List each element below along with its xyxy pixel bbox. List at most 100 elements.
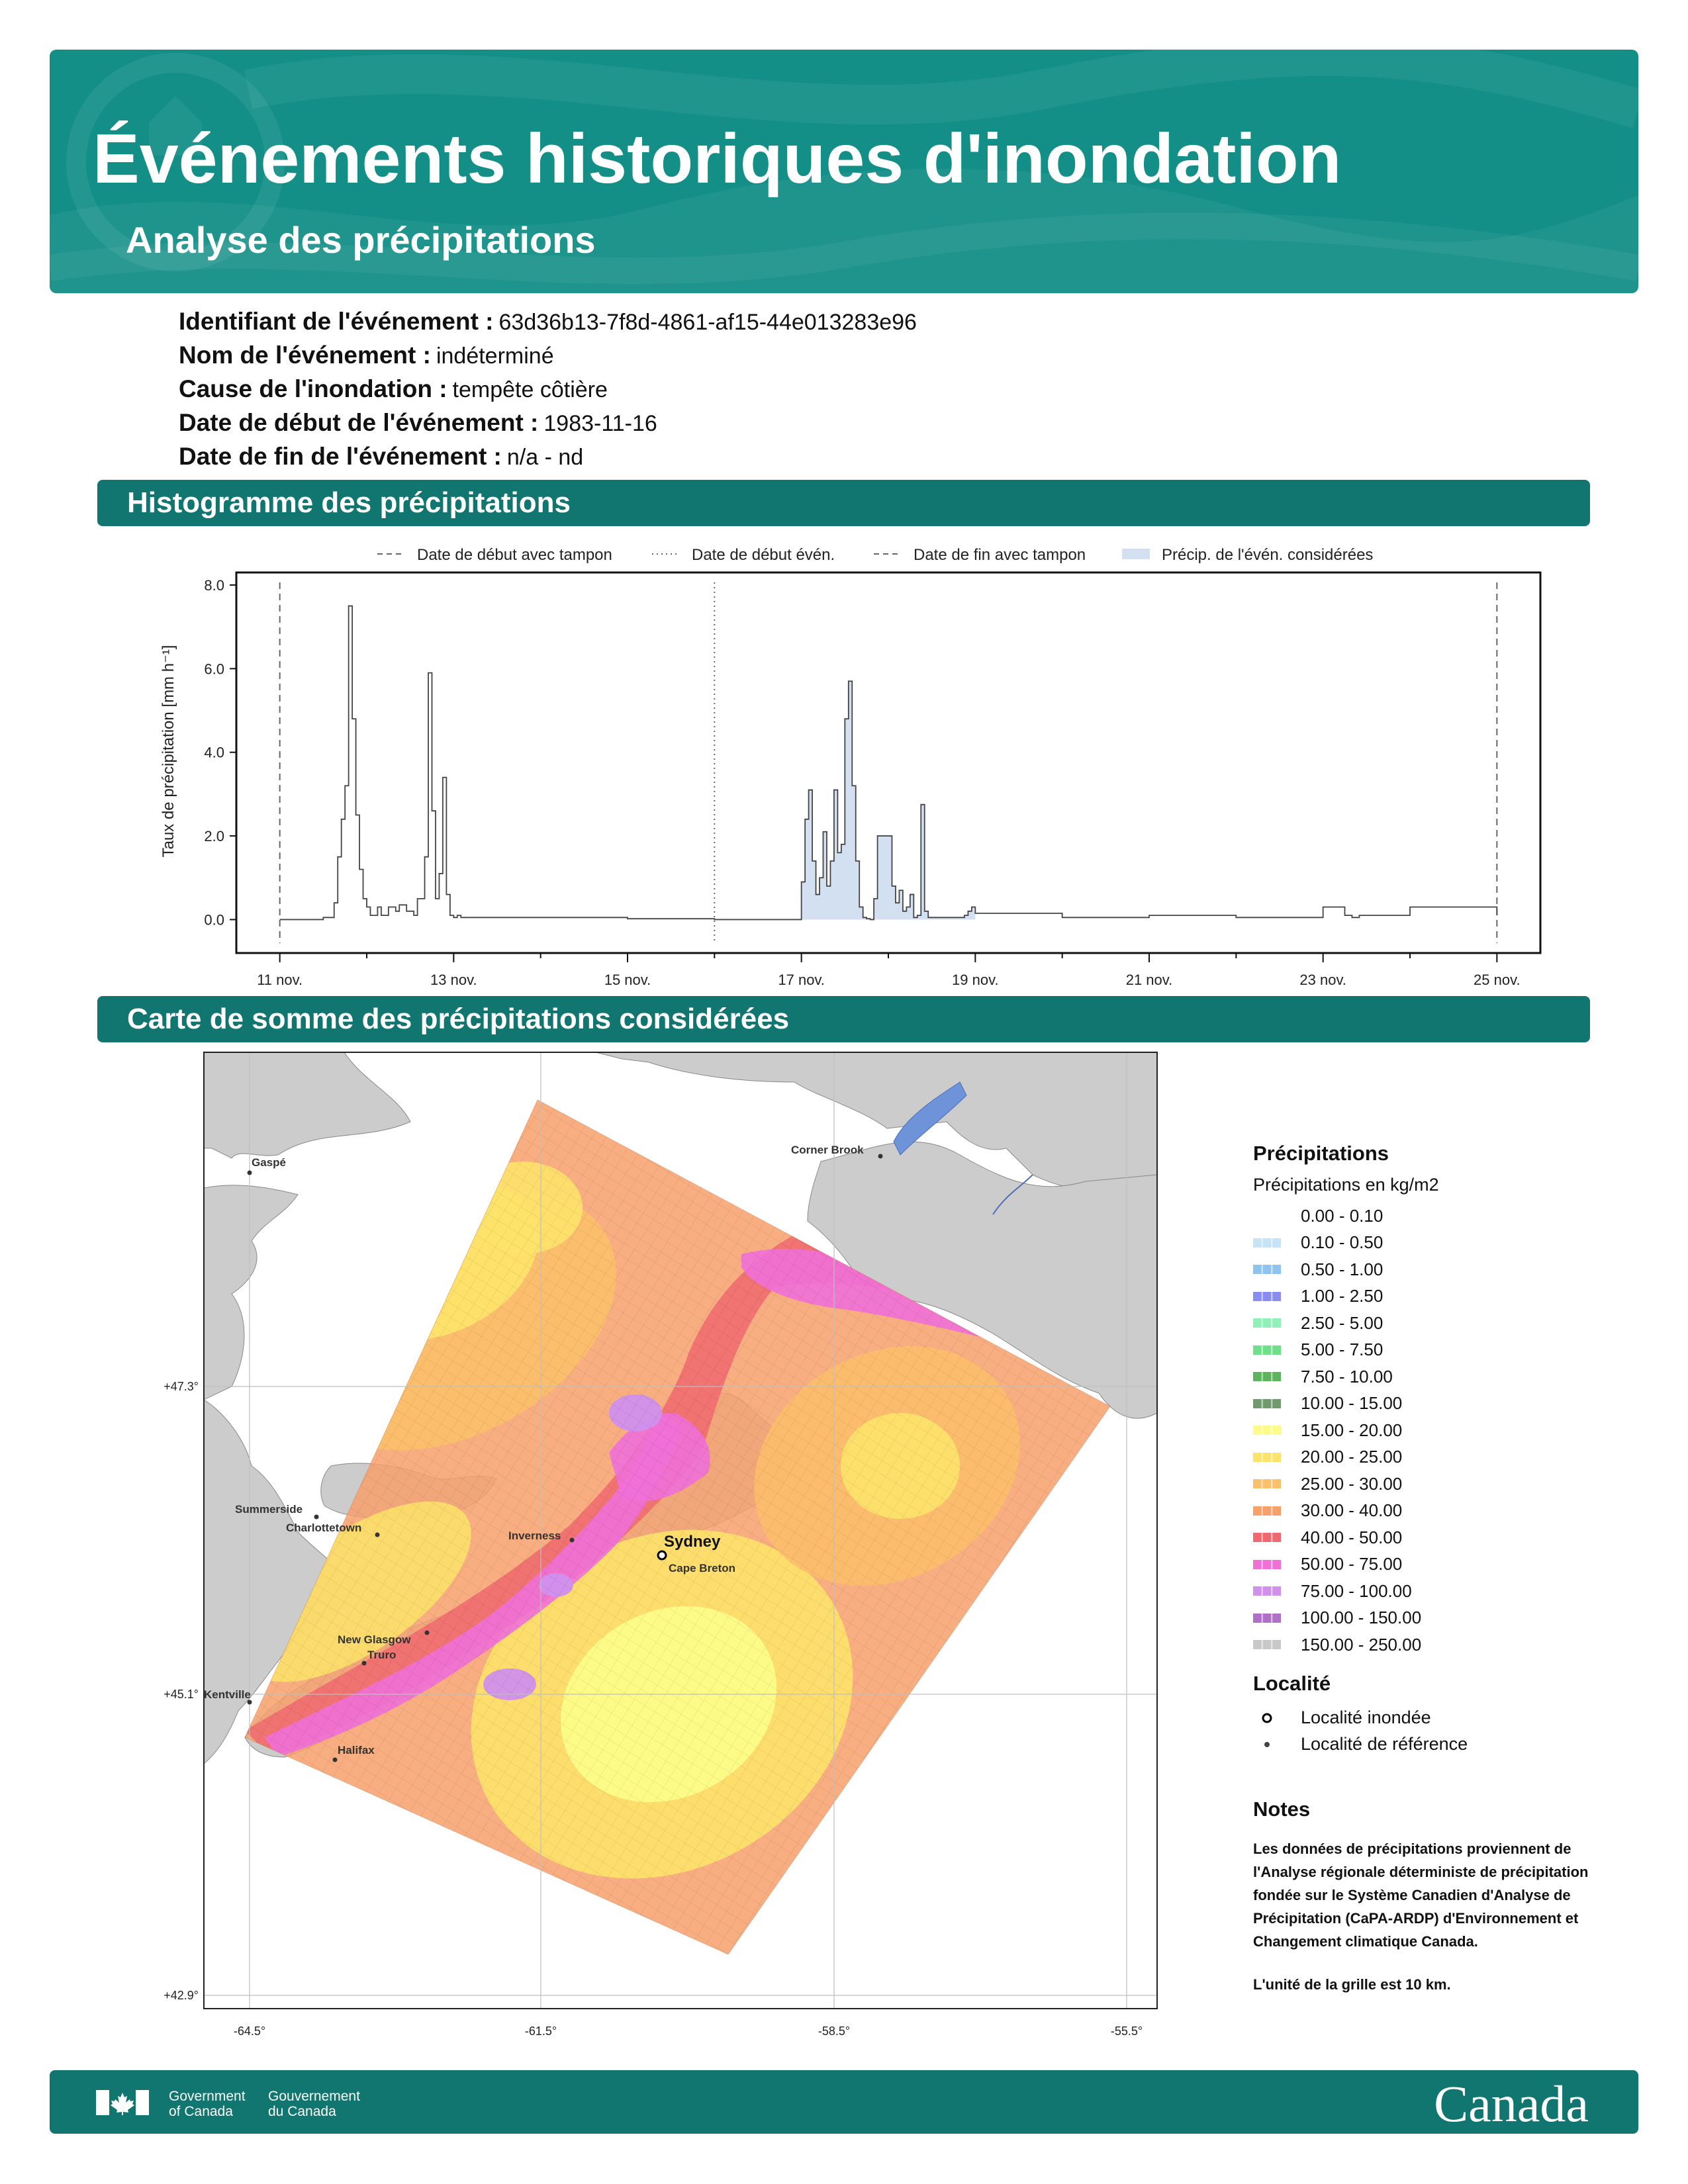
marker-summerside <box>314 1514 319 1520</box>
legend-class-label: 30.00 - 40.00 <box>1301 1500 1403 1521</box>
legend-class: 15.00 - 20.00 <box>1253 1417 1624 1444</box>
marker-inverness <box>569 1537 575 1543</box>
event-name-label: Nom de l'événement : <box>179 341 431 369</box>
legend-class-label: 50.00 - 75.00 <box>1301 1554 1403 1574</box>
notes-title: Notes <box>1253 1797 1311 1821</box>
legend-class-label: 25.00 - 30.00 <box>1301 1473 1403 1494</box>
event-start-row: Date de début de l'événement :1983-11-16 <box>179 406 1172 439</box>
x-tick-label: 19 nov. <box>952 972 999 988</box>
legend-class: 25.00 - 30.00 <box>1253 1471 1624 1498</box>
legend-swatch <box>1253 1398 1281 1408</box>
legend-class-label: 0.00 - 0.10 <box>1301 1205 1383 1226</box>
histogram-section-title: Histogramme des précipitations <box>97 480 1590 526</box>
flooded-marker-icon <box>1253 1712 1281 1724</box>
legend-class: 5.00 - 7.50 <box>1253 1337 1624 1364</box>
page-header: Événements historiques d'inondation Anal… <box>50 50 1638 293</box>
notes-text: Les données de précipitations proviennen… <box>1253 1840 1589 1950</box>
canada-wordmark: Canada <box>1434 2075 1589 2132</box>
event-id-value: 63d36b13-7f8d-4861-af15-44e013283e96 <box>498 310 917 335</box>
gov-fr-line1: Gouvernement <box>268 2089 360 2104</box>
y-tick-label: 8.0 <box>204 577 224 594</box>
event-cause-value: tempête côtière <box>452 377 608 402</box>
event-start-value: 1983-11-16 <box>543 411 657 436</box>
legend-class: 0.10 - 0.50 <box>1253 1230 1624 1257</box>
legend-swatch <box>1253 1559 1281 1569</box>
x-tick-label: 21 nov. <box>1126 972 1173 988</box>
legend-class-label: 10.00 - 15.00 <box>1301 1393 1403 1414</box>
canada-flag-icon <box>96 2090 149 2115</box>
legend-class-label: 15.00 - 20.00 <box>1301 1420 1403 1440</box>
legend-class: 0.50 - 1.00 <box>1253 1256 1624 1283</box>
legend-swatch <box>1253 1533 1281 1543</box>
legend-class-label: 100.00 - 150.00 <box>1301 1608 1422 1628</box>
notes-grid-unit: L'unité de la grille est 10 km. <box>1253 1976 1451 1993</box>
label-summerside: Summerside <box>235 1503 303 1516</box>
event-cause-row: Cause de l'inondation : tempête côtière <box>179 372 1172 406</box>
legend-swatch <box>1253 1372 1281 1382</box>
marker-truro <box>361 1661 367 1666</box>
legend-swatch <box>1253 1479 1281 1489</box>
legend-class-label: 7.50 - 10.00 <box>1301 1366 1393 1387</box>
map-legend: Précipitations Précipitations en kg/m2 0… <box>1253 1142 1624 1993</box>
event-start-label: Date de début de l'événement : <box>179 409 539 436</box>
gov-fr-line2: du Canada <box>268 2104 336 2119</box>
legend-end-buffer: Date de fin avec tampon <box>914 546 1086 564</box>
event-end-row: Date de fin de l'événement : n/a - nd <box>179 439 1172 473</box>
event-id-row: Identifiant de l'événement :63d36b13-7f8… <box>179 304 1172 338</box>
y-tick-label: 0.0 <box>204 911 224 928</box>
y-tick-label: 2.0 <box>204 828 224 844</box>
legend-class-label: 1.00 - 2.50 <box>1301 1286 1383 1306</box>
y-axis-label: Taux de précipitation [mm h⁻¹] <box>160 645 177 858</box>
event-end-value: n/a - nd <box>506 445 584 470</box>
legend-swatch <box>1253 1640 1281 1650</box>
page-footer: Government of Canada Gouvernement du Can… <box>50 2070 1638 2134</box>
legend-class-label: 150.00 - 250.00 <box>1301 1634 1422 1655</box>
legend-start-buffer: Date de début avec tampon <box>417 546 612 564</box>
legend-class-label: 2.50 - 5.00 <box>1301 1312 1383 1333</box>
legend-class: 150.00 - 250.00 <box>1253 1631 1624 1659</box>
legend-event-start: Date de début évén. <box>692 546 835 564</box>
legend-class-label: 5.00 - 7.50 <box>1301 1340 1383 1360</box>
x-tick-label: 11 nov. <box>257 972 303 988</box>
label-inverness: Inverness <box>508 1529 561 1542</box>
marker-new-glasgow <box>424 1630 430 1635</box>
event-id-label: Identifiant de l'événement : <box>179 308 494 335</box>
label-new-glasgow: New Glasgow <box>338 1633 411 1646</box>
legend-class: 50.00 - 75.00 <box>1253 1551 1624 1578</box>
lon-label-4: -55.5° <box>1111 2025 1143 2038</box>
event-end-label: Date de fin de l'événement : <box>179 443 502 470</box>
event-name-row: Nom de l'événement : indéterminé <box>179 338 1172 372</box>
x-tick-label: 17 nov. <box>778 972 825 988</box>
y-tick-label: 4.0 <box>204 745 224 761</box>
legend-class: 75.00 - 100.00 <box>1253 1578 1624 1605</box>
label-cape-breton: Cape Breton <box>669 1562 735 1574</box>
y-tick-label: 6.0 <box>204 660 224 677</box>
legend-class-label: 75.00 - 100.00 <box>1301 1580 1412 1601</box>
gov-en-line2: of Canada <box>169 2104 233 2119</box>
legend-swatch <box>1253 1586 1281 1596</box>
lat-label-3: +42.9° <box>164 1989 199 2002</box>
gouvernement-du-canada-fr: Gouvernement du Canada <box>268 2089 360 2119</box>
legend-class: 40.00 - 50.00 <box>1253 1524 1624 1551</box>
x-tick-label: 15 nov. <box>604 972 651 988</box>
label-halifax: Halifax <box>338 1744 375 1756</box>
legend-class: 1.00 - 2.50 <box>1253 1283 1624 1310</box>
legend-flooded-label: Localité inondée <box>1301 1707 1431 1727</box>
lat-label-2: +45.1° <box>164 1688 199 1701</box>
legend-class: 2.50 - 5.00 <box>1253 1310 1624 1337</box>
lon-label-2: -61.5° <box>525 2025 557 2038</box>
legend-swatch <box>1253 1345 1281 1355</box>
legend-class-label: 0.50 - 1.00 <box>1301 1259 1383 1279</box>
legend-swatch <box>1253 1291 1281 1301</box>
legend-class: 30.00 - 40.00 <box>1253 1498 1624 1525</box>
reference-marker-icon <box>1253 1741 1281 1749</box>
locality-title: Localité <box>1253 1671 1331 1695</box>
histogram-plot-area: 0.0 2.0 4.0 6.0 8.0 11 nov. 13 nov. 15 nov. 17 n… <box>204 571 1542 988</box>
legend-class: 0.00 - 0.10 <box>1253 1203 1624 1230</box>
label-gaspe: Gaspé <box>252 1156 286 1169</box>
legend-swatch <box>1253 1613 1281 1623</box>
legend-classes: 0.00 - 0.10 0.10 - 0.50 0.50 - 1.00 1.00… <box>1253 1203 1624 1659</box>
legend-swatch <box>1253 1452 1281 1462</box>
legend-class: 7.50 - 10.00 <box>1253 1363 1624 1390</box>
page-subtitle: Analyse des précipitations <box>126 219 596 261</box>
